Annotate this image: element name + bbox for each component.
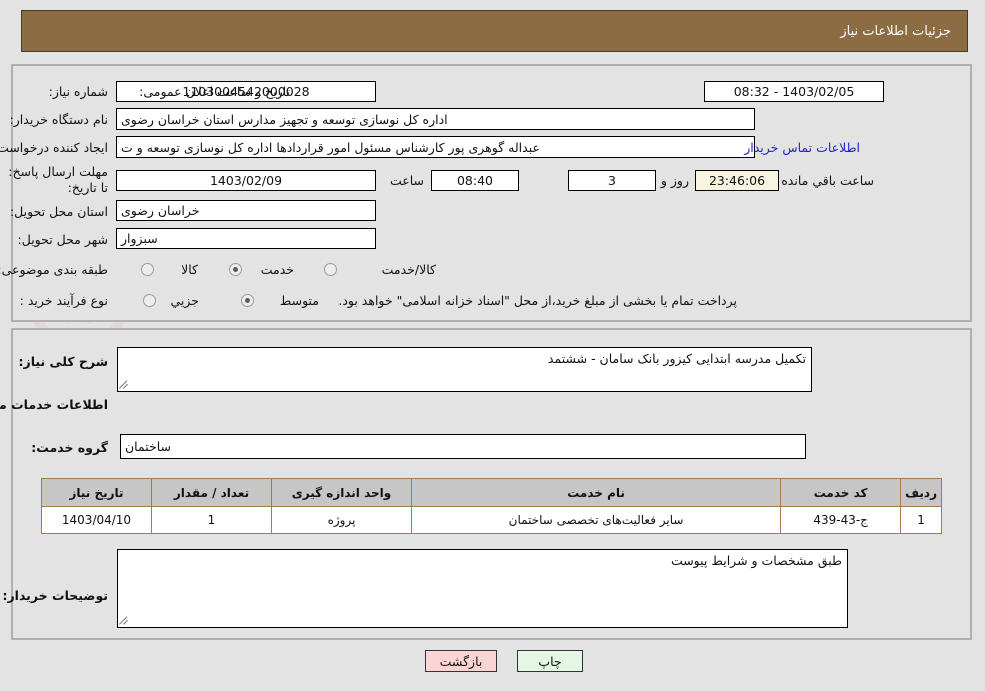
radio-subject-kala-khedmat[interactable]	[325, 263, 338, 276]
radio-purchase-jozei-label: جزیي	[171, 293, 200, 308]
city-field[interactable]: سبزوار	[117, 228, 377, 249]
public-announce-field[interactable]: 1403/02/05 - 08:32	[705, 81, 885, 102]
service-group-field[interactable]: ساختمان	[121, 434, 807, 459]
cell-unit: پروژه	[272, 506, 413, 534]
radio-purchase-motavaset-label: متوسط	[280, 293, 320, 308]
purchase-type-note: پرداخت تمام یا بخشی از مبلغ خرید،از محل …	[339, 293, 738, 308]
radio-purchase-jozei[interactable]	[144, 294, 157, 307]
radio-purchase-motavaset[interactable]	[242, 294, 255, 307]
deadline-label: مهلت ارسال پاسخ: تا تاریخ:	[9, 164, 109, 195]
cell-quantity: 1	[152, 506, 273, 534]
subject-class-label: طبقه بندی موضوعی:	[0, 262, 109, 277]
buyer-notes-resize-grip[interactable]	[120, 614, 132, 626]
deadline-hour-label: ساعت	[390, 173, 425, 188]
th-need-date: تاریخ نیاز	[42, 478, 153, 507]
table-row[interactable]: 1 ج-43-439 سایر فعالیت‌های تخصصی ساختمان…	[42, 506, 943, 534]
th-unit: واحد اندازه گیری	[272, 478, 413, 507]
table-header-row: ردیف کد خدمت نام خدمت واحد اندازه گیری ت…	[42, 478, 943, 507]
deadline-days-label: روز و	[661, 173, 690, 188]
page-header: جزئیات اطلاعات نیاز	[22, 10, 969, 52]
buyer-contact-link[interactable]: اطلاعات تماس خریدار	[745, 140, 861, 155]
requester-field[interactable]: عبداله گوهری پور کارشناس مسئول امور قرار…	[117, 136, 756, 158]
radio-subject-kala[interactable]	[142, 263, 155, 276]
cell-service-code: ج-43-439	[781, 506, 903, 534]
public-announce-label: تاریخ و ساعت اعلان عمومی:	[140, 84, 291, 99]
city-label: شهر محل تحویل:	[18, 232, 109, 247]
back-button[interactable]: بازگشت	[426, 650, 498, 672]
print-button[interactable]: چاپ	[518, 650, 584, 672]
buyer-org-label: نام دستگاه خریدار:	[10, 112, 109, 127]
buyer-notes-label: توضیحات خریدار:	[3, 588, 109, 603]
radio-subject-kala-khedmat-label: کالا/خدمت	[382, 262, 437, 277]
requester-label: ایجاد کننده درخواست:	[0, 140, 109, 155]
page-root: ArtaTender.net جزئیات اطلاعات نیاز شماره…	[0, 0, 985, 691]
cell-service-name: سایر فعالیت‌های تخصصی ساختمان	[411, 506, 783, 534]
services-table: ردیف کد خدمت نام خدمت واحد اندازه گیری ت…	[42, 478, 943, 534]
cell-row-no: 1	[901, 506, 943, 534]
general-description-textarea[interactable]: تکمیل مدرسه ابتدایی کیزور بانک سامان - ش…	[118, 347, 813, 392]
general-description-resize-grip[interactable]	[120, 378, 132, 390]
th-service-name: نام خدمت	[411, 478, 783, 507]
province-field[interactable]: خراسان رضوی	[117, 200, 377, 221]
radio-subject-khedmat-label: خدمت	[261, 262, 295, 277]
purchase-type-label: نوع فرآیند خرید :	[20, 293, 109, 308]
service-group-label: گروه خدمت:	[32, 440, 109, 455]
th-service-code: کد خدمت	[781, 478, 903, 507]
services-heading: اطلاعات خدمات مورد نیاز	[0, 397, 109, 412]
buyer-org-field[interactable]: اداره کل نوسازی توسعه و تجهیز مدارس استا…	[117, 108, 756, 130]
province-label: استان محل تحویل:	[10, 204, 109, 219]
deadline-hour-field[interactable]: 08:40	[432, 170, 520, 191]
need-number-label: شماره نیاز:	[49, 84, 109, 99]
th-quantity: تعداد / مقدار	[152, 478, 273, 507]
general-description-label: شرح کلی نیاز:	[19, 354, 109, 369]
page-title: جزئیات اطلاعات نیاز	[841, 23, 952, 39]
deadline-days-field[interactable]: 3	[569, 170, 657, 191]
radio-subject-kala-label: کالا	[182, 262, 199, 277]
need-info-panel	[12, 64, 973, 322]
deadline-countdown-label: ساعت باقي مانده	[782, 173, 875, 188]
deadline-countdown-field: 23:46:06	[696, 170, 780, 191]
deadline-date-field[interactable]: 1403/02/09	[117, 170, 377, 191]
cell-need-date: 1403/04/10	[42, 506, 153, 534]
th-row-no: ردیف	[901, 478, 943, 507]
radio-subject-khedmat[interactable]	[230, 263, 243, 276]
buyer-notes-textarea[interactable]: طبق مشخصات و شرایط پیوست	[118, 549, 849, 628]
